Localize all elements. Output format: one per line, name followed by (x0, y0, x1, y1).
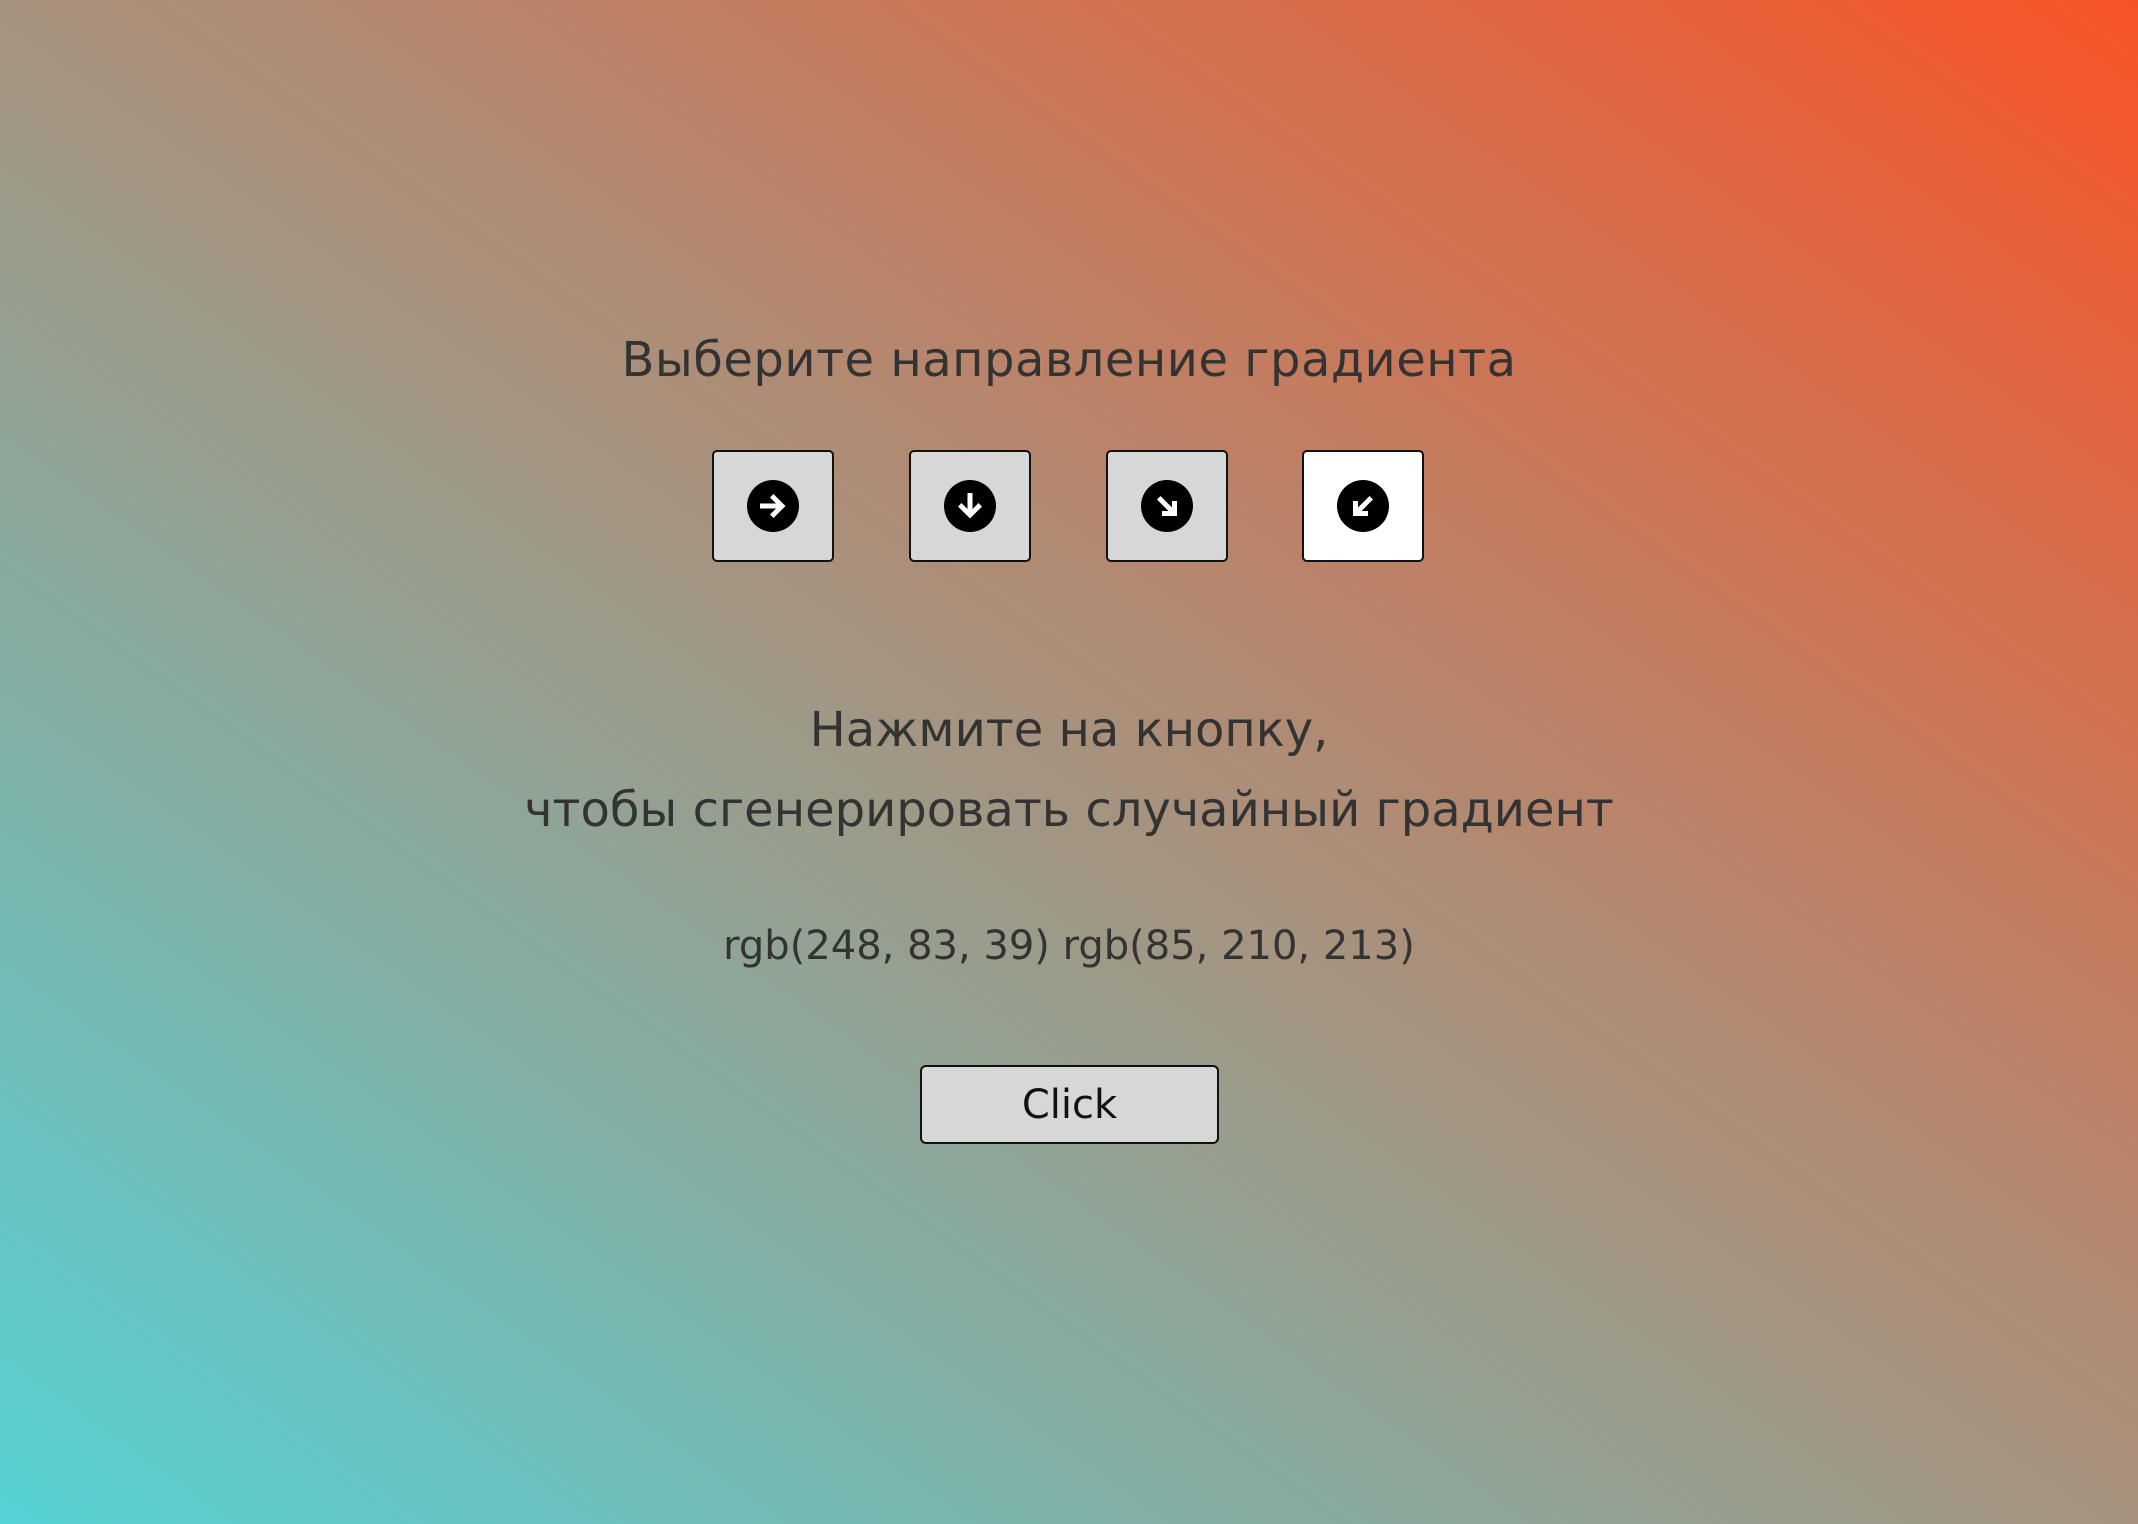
direction-button-down-right[interactable] (1106, 450, 1228, 562)
prompt-line-1: Нажмите на кнопку, (809, 702, 1329, 758)
direction-button-down-left[interactable] (1302, 450, 1424, 562)
generate-prompt: Нажмите на кнопку, чтобы сгенерировать с… (0, 690, 2138, 850)
direction-button-right[interactable] (712, 450, 834, 562)
generate-gradient-button[interactable]: Click (920, 1065, 1219, 1144)
arrow-right-circle-icon (747, 480, 799, 532)
arrow-down-left-circle-icon (1337, 480, 1389, 532)
direction-button-group (712, 450, 1426, 564)
direction-button-down[interactable] (909, 450, 1031, 562)
arrow-down-circle-icon (944, 480, 996, 532)
direction-heading: Выберите направление градиента (621, 332, 1517, 388)
arrow-down-right-circle-icon (1141, 480, 1193, 532)
gradient-color-readout: rgb(248, 83, 39) rgb(85, 210, 213) (723, 923, 1415, 969)
gradient-generator-page: Выберите направление градиента Нажмите н… (0, 0, 2138, 1524)
prompt-line-2: чтобы сгенерировать случайный градиент (524, 782, 1614, 838)
